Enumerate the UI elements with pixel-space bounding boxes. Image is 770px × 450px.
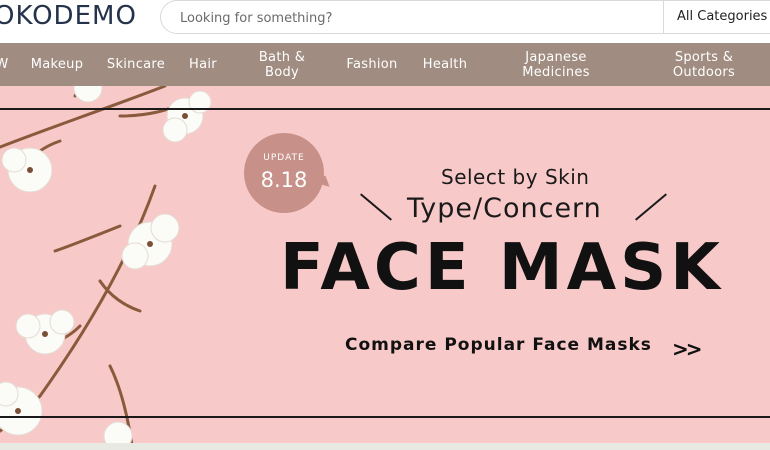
section-divider xyxy=(0,443,770,450)
banner-headline: FACE MASK xyxy=(280,231,724,305)
nav-item-new[interactable]: W xyxy=(0,43,10,86)
update-badge: UPDATE 8.18 xyxy=(244,133,324,213)
compare-link[interactable]: Compare Popular Face Masks xyxy=(345,335,652,355)
nav-item-skincare[interactable]: Skincare xyxy=(101,43,171,86)
update-label: UPDATE xyxy=(263,153,305,163)
nav-item-makeup[interactable]: Makeup xyxy=(26,43,88,86)
update-date: 8.18 xyxy=(260,168,308,192)
site-header: OKODEMO All Categories xyxy=(0,0,770,43)
banner-subtitle-line2: Type/Concern xyxy=(407,193,602,224)
nav-item-sports-outdoors[interactable]: Sports & Outdoors xyxy=(664,43,744,86)
nav-item-japanese-medicines[interactable]: Japanese Medicines xyxy=(516,43,596,86)
search-input[interactable] xyxy=(178,7,652,29)
category-nav: W Makeup Skincare Hair Bath & Body Fashi… xyxy=(0,43,770,86)
nav-item-fashion[interactable]: Fashion xyxy=(340,43,404,86)
banner-rule-top xyxy=(0,108,770,110)
banner-subtitle-line1: Select by Skin xyxy=(441,165,590,189)
category-select[interactable]: All Categories xyxy=(663,0,770,34)
chevron-right-double-icon[interactable]: >> xyxy=(672,337,702,361)
nav-item-health[interactable]: Health xyxy=(417,43,473,86)
banner-rule-bottom xyxy=(0,416,770,418)
nav-item-bath-body[interactable]: Bath & Body xyxy=(252,43,312,86)
site-logo[interactable]: OKODEMO xyxy=(0,1,137,31)
nav-item-hair[interactable]: Hair xyxy=(183,43,223,86)
